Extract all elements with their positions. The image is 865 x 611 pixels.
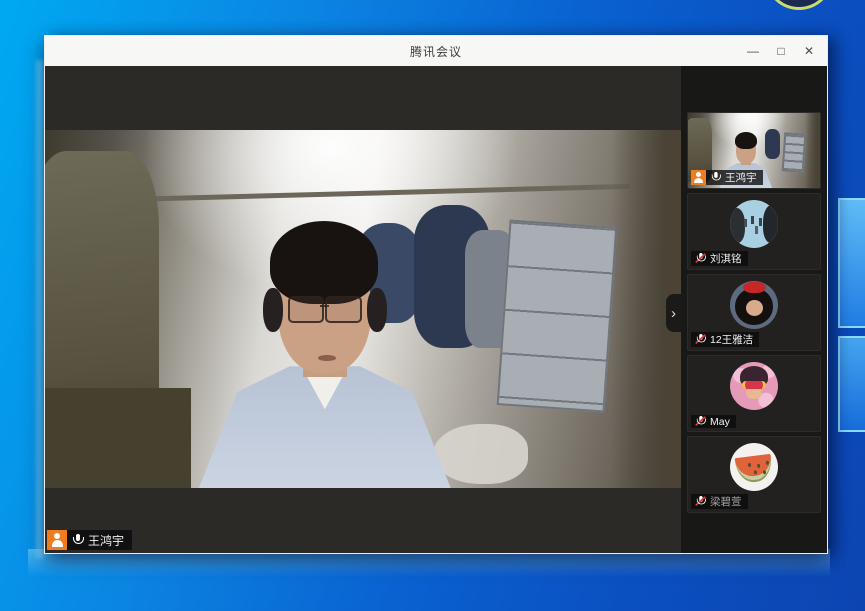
mic-muted-icon [696, 416, 705, 427]
name-tag-body: 梁碧萱 [691, 494, 748, 509]
main-stage[interactable]: 王鸿宇 › [45, 66, 681, 553]
host-person-icon [47, 530, 67, 550]
wallpaper-logo-pane-upper [838, 198, 865, 328]
headphone-right-icon [367, 288, 387, 333]
participant-name: May [710, 416, 730, 428]
window-body: 王鸿宇 › [45, 66, 827, 553]
chevron-right-icon: › [671, 305, 676, 322]
glasses-bridge [320, 305, 329, 307]
mic-on-icon [711, 172, 720, 183]
name-tag-body: 刘淇铭 [691, 251, 748, 266]
participant-name-tag: 梁碧萱 [691, 494, 748, 509]
sidebar-collapse-button[interactable]: › [666, 294, 681, 332]
person-glasses [288, 296, 362, 318]
participant-name-tag: 刘淇铭 [691, 251, 748, 266]
avatar [730, 362, 778, 410]
participant-tile[interactable]: May [687, 355, 821, 432]
partial-circle-icon [766, 0, 832, 10]
name-tag-body: 王鸿宇 [706, 170, 763, 185]
desktop-wallpaper: 腾讯会议 — □ ✕ [0, 0, 865, 611]
host-person-icon [691, 170, 706, 185]
participant-name: 12王雅洁 [710, 332, 753, 347]
participant-tile[interactable]: 刘淇铭 [687, 193, 821, 270]
headphone-left-icon [263, 288, 283, 333]
thumb-jacket [765, 129, 781, 159]
mic-muted-icon [696, 253, 705, 264]
meeting-window: 腾讯会议 — □ ✕ [44, 35, 828, 554]
participant-name-tag: 王鸿宇 [691, 170, 763, 185]
thumb-person-hair [735, 132, 757, 149]
wallpaper-logo-pane-lower [838, 336, 865, 432]
avatar [730, 281, 778, 329]
maximize-button[interactable]: □ [767, 36, 795, 66]
mic-muted-icon [696, 496, 705, 507]
participant-name-tag: 12王雅洁 [691, 332, 759, 347]
avatar [730, 200, 778, 248]
active-speaker-name: 王鸿宇 [88, 532, 124, 549]
active-speaker-name-tag: 王鸿宇 [47, 530, 132, 550]
person-hair [270, 221, 378, 303]
white-bag [433, 424, 528, 485]
mute-slash [695, 416, 706, 426]
name-tag-body: 王鸿宇 [67, 530, 132, 550]
minimize-button[interactable]: — [739, 36, 767, 66]
webcam-scene [45, 130, 681, 488]
mute-slash [695, 496, 706, 506]
avatar-red-bow [743, 282, 765, 293]
mic-muted-icon [696, 334, 705, 345]
thumb-right-shadow [805, 113, 820, 188]
title-bar[interactable]: 腾讯会议 — □ ✕ [45, 36, 827, 66]
close-button[interactable]: ✕ [795, 36, 823, 66]
metal-cabinet [497, 220, 618, 413]
mute-slash [695, 253, 706, 263]
name-tag-body: May [691, 415, 736, 428]
window-title: 腾讯会议 [410, 43, 462, 60]
participants-sidebar[interactable]: 王鸿宇 刘淇铭 [681, 66, 827, 553]
participant-tile[interactable]: 12王雅洁 [687, 274, 821, 351]
active-speaker-video [45, 130, 681, 488]
participant-name-tag: May [691, 415, 736, 428]
mic-on-icon [72, 534, 83, 547]
participant-tile[interactable]: 梁碧萱 [687, 436, 821, 513]
room-left-shadow [45, 388, 191, 488]
participant-name: 刘淇铭 [710, 251, 742, 266]
wallpaper-light-glow [36, 60, 44, 558]
thumb-cabinet [782, 132, 807, 172]
participant-name: 梁碧萱 [710, 494, 742, 509]
participant-tile-self[interactable]: 王鸿宇 [687, 112, 821, 189]
avatar-goggles [742, 381, 767, 389]
avatar-detail [751, 216, 754, 224]
name-tag-body: 12王雅洁 [691, 332, 759, 347]
participant-name: 王鸿宇 [725, 170, 757, 185]
avatar-seeds [748, 463, 751, 467]
avatar [730, 443, 778, 491]
mute-slash [695, 334, 706, 344]
window-controls: — □ ✕ [739, 36, 823, 66]
